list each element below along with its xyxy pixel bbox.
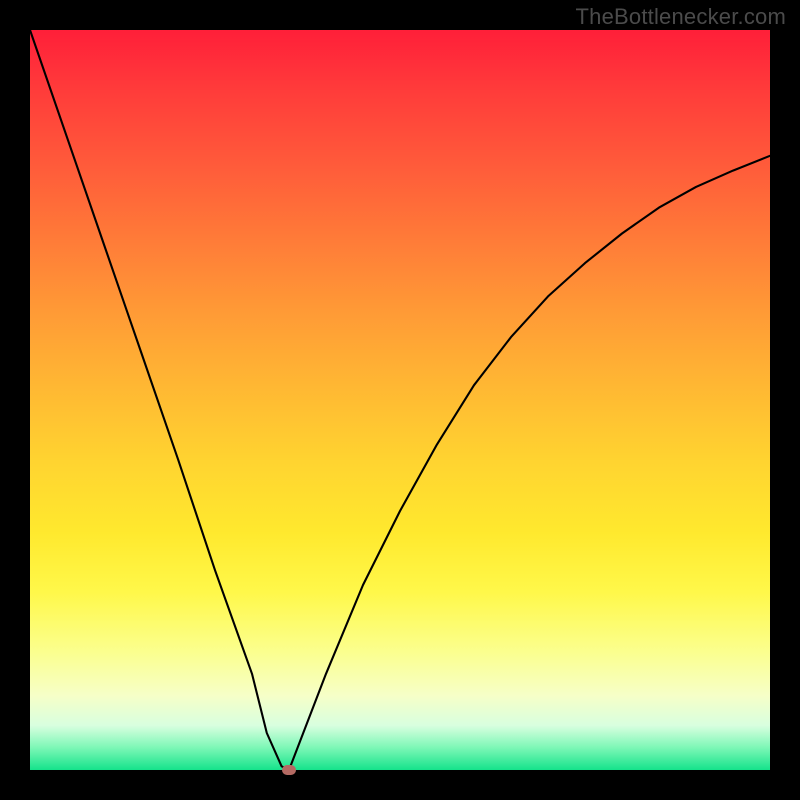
curve-layer (30, 30, 770, 770)
chart-frame: TheBottlenecker.com (0, 0, 800, 800)
bottleneck-curve (30, 30, 770, 770)
watermark-text: TheBottlenecker.com (576, 4, 786, 30)
optimal-point-marker (282, 765, 296, 775)
plot-area (30, 30, 770, 770)
